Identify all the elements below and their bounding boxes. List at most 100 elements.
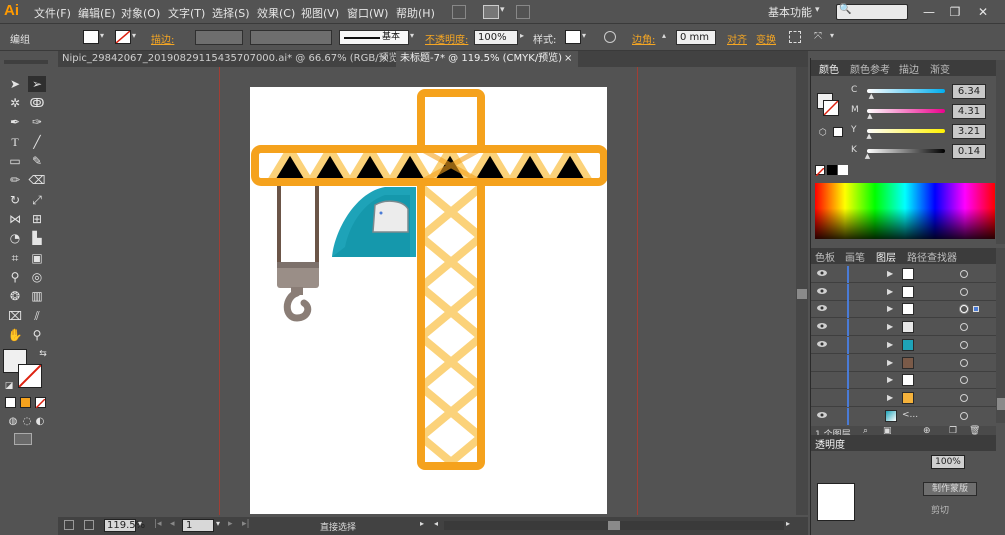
draw-inside-icon[interactable]: ◐ bbox=[31, 414, 49, 430]
magic-wand-tool-icon[interactable]: ✲ bbox=[6, 95, 24, 111]
scrollbar-thumb[interactable] bbox=[797, 289, 807, 299]
column-graph-tool-icon[interactable]: ▥ bbox=[28, 288, 46, 304]
layer-row[interactable]: ▶ bbox=[811, 354, 996, 372]
menu-type[interactable]: 文字(T) bbox=[168, 5, 205, 21]
prev-artboard-icon[interactable]: ◂ bbox=[170, 519, 175, 529]
eyedropper-tool-icon[interactable]: ⚲ bbox=[6, 269, 24, 285]
slider-knob-icon[interactable]: ▲ bbox=[866, 132, 871, 140]
stroke-dropdown-icon[interactable]: ▾ bbox=[132, 31, 136, 40]
menu-effect[interactable]: 效果(C) bbox=[257, 5, 295, 21]
help-search-input[interactable]: 🔍 bbox=[836, 4, 908, 20]
none-mode-button[interactable] bbox=[35, 397, 46, 409]
zoom-input[interactable]: 119.5% bbox=[104, 519, 145, 532]
expand-arrow-icon[interactable]: ▶ bbox=[887, 393, 893, 402]
slider-knob-icon[interactable]: ▲ bbox=[869, 92, 874, 100]
tab-nipic-document[interactable]: Nipic_29842067_20190829115435707000.ai* … bbox=[58, 51, 403, 67]
layer-target-icon[interactable] bbox=[960, 358, 968, 367]
slider-knob-icon[interactable]: ▲ bbox=[867, 112, 872, 120]
selection-tool-icon[interactable]: ➤ bbox=[6, 76, 24, 92]
curvature-tool-icon[interactable]: ✑ bbox=[28, 114, 46, 130]
zoom-tool-icon[interactable]: ⚲ bbox=[28, 327, 46, 343]
paintbrush-tool-icon[interactable]: ✎ bbox=[28, 153, 46, 169]
expand-arrow-icon[interactable]: ▶ bbox=[887, 375, 893, 384]
layer-row[interactable]: ▶ bbox=[811, 319, 996, 337]
layers-panel-scrollbar[interactable] bbox=[996, 248, 1005, 423]
yellow-slider[interactable] bbox=[867, 129, 945, 133]
corner-radius-input[interactable]: 0 mm bbox=[676, 30, 716, 45]
layer-target-icon[interactable] bbox=[960, 287, 968, 296]
style-dropdown-icon[interactable]: ▾ bbox=[582, 31, 586, 40]
cyan-value-input[interactable]: 6.34 bbox=[952, 84, 986, 99]
expand-arrow-icon[interactable]: ▶ bbox=[887, 287, 893, 296]
artboard[interactable] bbox=[250, 87, 608, 514]
color-spectrum[interactable] bbox=[815, 183, 995, 239]
layer-target-icon[interactable] bbox=[960, 393, 968, 402]
visibility-eye-icon[interactable] bbox=[817, 304, 827, 312]
color-panel-scrollbar[interactable] bbox=[996, 60, 1005, 244]
gpu-icon[interactable] bbox=[516, 5, 530, 19]
stroke-weight-dropdown[interactable] bbox=[195, 30, 243, 45]
swap-fill-stroke-icon[interactable]: ⇆ bbox=[34, 346, 52, 362]
black-swatch[interactable] bbox=[827, 165, 837, 175]
visibility-eye-icon[interactable] bbox=[817, 322, 827, 330]
layer-row[interactable]: ▶ bbox=[811, 336, 996, 354]
artboard-tool-icon[interactable]: ⌧ bbox=[6, 308, 24, 324]
perspective-grid-tool-icon[interactable]: ▙ bbox=[28, 230, 46, 246]
tab-color[interactable]: 颜色 bbox=[819, 61, 839, 76]
tab-brushes[interactable]: 画笔 bbox=[845, 249, 865, 264]
next-artboard-icon[interactable]: ▸ bbox=[228, 519, 233, 529]
visibility-toggle[interactable] bbox=[817, 358, 827, 366]
magenta-value-input[interactable]: 4.31 bbox=[952, 104, 986, 119]
width-tool-icon[interactable]: ⋈ bbox=[6, 211, 24, 227]
corner-stepper-icon[interactable]: ▴ bbox=[662, 31, 666, 40]
expand-arrow-icon[interactable]: ▶ bbox=[887, 340, 893, 349]
menu-window[interactable]: 窗口(W) bbox=[347, 5, 388, 21]
rotate-tool-icon[interactable]: ↻ bbox=[6, 192, 24, 208]
layer-row-sublayer[interactable]: <... bbox=[811, 408, 996, 425]
tab-untitled-7[interactable]: 未标题-7* @ 119.5% (CMYK/预览) × bbox=[396, 51, 578, 67]
menu-edit[interactable]: 编辑(E) bbox=[78, 5, 116, 21]
tab-color-guide[interactable]: 颜色参考 bbox=[850, 61, 890, 76]
pencil-tool-icon[interactable]: ✏ bbox=[6, 172, 24, 188]
make-mask-button[interactable]: 制作蒙版 bbox=[923, 482, 977, 496]
free-transform-tool-icon[interactable]: ⊞ bbox=[28, 211, 46, 227]
layer-target-icon[interactable] bbox=[960, 305, 968, 314]
scrollbar-thumb[interactable] bbox=[608, 521, 620, 530]
corner-label[interactable]: 边角: bbox=[632, 31, 655, 46]
arrange-documents-icon[interactable] bbox=[483, 5, 499, 19]
slice-tool-icon[interactable]: ⫽ bbox=[28, 308, 46, 324]
tab-layers[interactable]: 图层 bbox=[876, 249, 896, 264]
stroke-label[interactable]: 描边: bbox=[151, 31, 174, 46]
menu-view[interactable]: 视图(V) bbox=[301, 5, 339, 21]
workspace-dropdown-icon[interactable]: ▾ bbox=[815, 5, 820, 15]
layer-target-icon[interactable] bbox=[960, 340, 968, 349]
visibility-eye-icon[interactable] bbox=[817, 287, 827, 295]
tab-gradient[interactable]: 渐变 bbox=[930, 61, 950, 76]
visibility-toggle[interactable] bbox=[817, 393, 827, 401]
bridge-icon[interactable] bbox=[452, 5, 466, 19]
selected-art-indicator[interactable] bbox=[973, 306, 979, 313]
visibility-eye-icon[interactable] bbox=[817, 340, 827, 348]
gradient-tool-icon[interactable]: ▣ bbox=[28, 250, 46, 266]
share-icon[interactable] bbox=[64, 520, 74, 530]
layer-target-icon[interactable] bbox=[960, 376, 968, 385]
visibility-eye-icon[interactable] bbox=[817, 269, 827, 277]
black-slider[interactable] bbox=[867, 149, 945, 153]
rectangle-tool-icon[interactable]: ▭ bbox=[6, 153, 24, 169]
opacity-label[interactable]: 不透明度: bbox=[425, 31, 468, 46]
line-tool-icon[interactable]: ╱ bbox=[28, 134, 46, 150]
canvas-vertical-scrollbar[interactable] bbox=[796, 67, 808, 515]
visibility-eye-icon[interactable] bbox=[817, 411, 827, 419]
fill-swatch[interactable] bbox=[83, 30, 99, 44]
transparency-opacity-input[interactable]: 100% bbox=[931, 455, 965, 469]
layer-row[interactable]: ▶ bbox=[811, 301, 996, 319]
scale-tool-icon[interactable]: ⤢ bbox=[28, 192, 46, 208]
horizontal-scrollbar[interactable] bbox=[444, 521, 784, 530]
close-icon[interactable]: × bbox=[564, 51, 572, 67]
slider-knob-icon[interactable]: ▲ bbox=[865, 152, 870, 160]
transform-each-icon[interactable]: ⤧ bbox=[814, 31, 822, 42]
close-icon[interactable]: × bbox=[380, 51, 388, 67]
isolate-group-icon[interactable] bbox=[789, 31, 801, 43]
panel-menu-icon[interactable]: ▾ bbox=[830, 31, 834, 40]
tab-stroke[interactable]: 描边 bbox=[899, 61, 919, 76]
